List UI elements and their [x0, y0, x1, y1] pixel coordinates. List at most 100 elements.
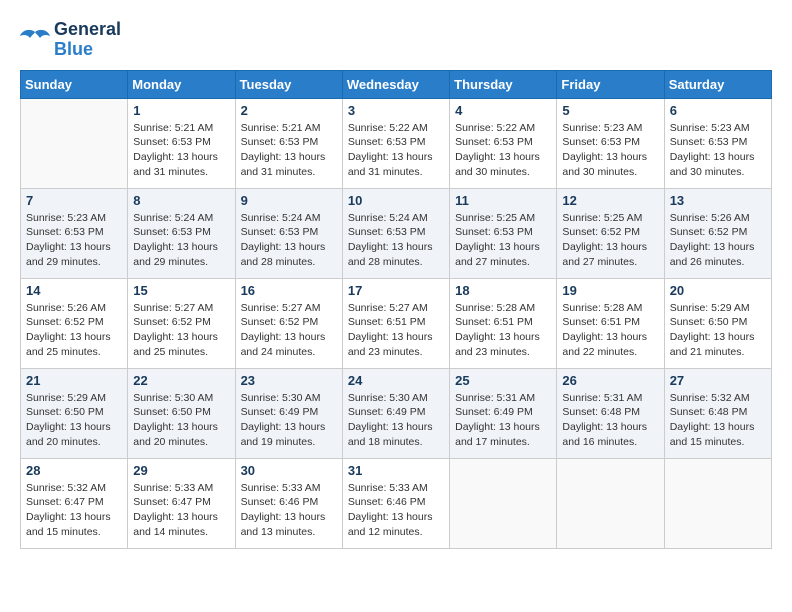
day-info: Sunrise: 5:23 AMSunset: 6:53 PMDaylight:… — [26, 211, 122, 270]
calendar-cell: 20 Sunrise: 5:29 AMSunset: 6:50 PMDayligh… — [664, 278, 771, 368]
day-number: 22 — [133, 373, 229, 388]
day-number: 2 — [241, 103, 337, 118]
calendar-cell: 5 Sunrise: 5:23 AMSunset: 6:53 PMDaylight… — [557, 98, 664, 188]
day-info: Sunrise: 5:30 AMSunset: 6:49 PMDaylight:… — [348, 391, 444, 450]
day-info: Sunrise: 5:29 AMSunset: 6:50 PMDaylight:… — [26, 391, 122, 450]
calendar-table: SundayMondayTuesdayWednesdayThursdayFrid… — [20, 70, 772, 549]
calendar-cell: 30 Sunrise: 5:33 AMSunset: 6:46 PMDayligh… — [235, 458, 342, 548]
calendar-header: SundayMondayTuesdayWednesdayThursdayFrid… — [21, 70, 772, 98]
day-info: Sunrise: 5:25 AMSunset: 6:53 PMDaylight:… — [455, 211, 551, 270]
day-number: 19 — [562, 283, 658, 298]
calendar-cell — [450, 458, 557, 548]
day-number: 23 — [241, 373, 337, 388]
week-row-2: 7 Sunrise: 5:23 AMSunset: 6:53 PMDaylight… — [21, 188, 772, 278]
day-info: Sunrise: 5:28 AMSunset: 6:51 PMDaylight:… — [562, 301, 658, 360]
weekday-header-wednesday: Wednesday — [342, 70, 449, 98]
day-info: Sunrise: 5:26 AMSunset: 6:52 PMDaylight:… — [26, 301, 122, 360]
weekday-header-saturday: Saturday — [664, 70, 771, 98]
day-info: Sunrise: 5:24 AMSunset: 6:53 PMDaylight:… — [348, 211, 444, 270]
day-info: Sunrise: 5:27 AMSunset: 6:52 PMDaylight:… — [133, 301, 229, 360]
calendar-cell — [21, 98, 128, 188]
day-info: Sunrise: 5:22 AMSunset: 6:53 PMDaylight:… — [348, 121, 444, 180]
week-row-1: 1 Sunrise: 5:21 AMSunset: 6:53 PMDaylight… — [21, 98, 772, 188]
page-header: General Blue — [20, 20, 772, 60]
calendar-cell: 16 Sunrise: 5:27 AMSunset: 6:52 PMDayligh… — [235, 278, 342, 368]
calendar-cell: 10 Sunrise: 5:24 AMSunset: 6:53 PMDayligh… — [342, 188, 449, 278]
day-info: Sunrise: 5:22 AMSunset: 6:53 PMDaylight:… — [455, 121, 551, 180]
week-row-3: 14 Sunrise: 5:26 AMSunset: 6:52 PMDayligh… — [21, 278, 772, 368]
day-number: 5 — [562, 103, 658, 118]
day-number: 18 — [455, 283, 551, 298]
day-info: Sunrise: 5:31 AMSunset: 6:48 PMDaylight:… — [562, 391, 658, 450]
calendar-cell: 28Sunrise: 5:32 AMSunset: 6:47 PMDayligh… — [21, 458, 128, 548]
day-number: 11 — [455, 193, 551, 208]
day-info: Sunrise: 5:33 AMSunset: 6:47 PMDaylight:… — [133, 481, 229, 540]
day-number: 26 — [562, 373, 658, 388]
logo-text: General Blue — [54, 20, 121, 60]
day-info: Sunrise: 5:28 AMSunset: 6:51 PMDaylight:… — [455, 301, 551, 360]
day-number: 17 — [348, 283, 444, 298]
day-number: 25 — [455, 373, 551, 388]
calendar-cell: 14 Sunrise: 5:26 AMSunset: 6:52 PMDayligh… — [21, 278, 128, 368]
weekday-header-friday: Friday — [557, 70, 664, 98]
day-info: Sunrise: 5:29 AMSunset: 6:50 PMDaylight:… — [670, 301, 766, 360]
day-number: 14 — [26, 283, 122, 298]
calendar-cell: 15Sunrise: 5:27 AMSunset: 6:52 PMDayligh… — [128, 278, 235, 368]
day-number: 16 — [241, 283, 337, 298]
day-info: Sunrise: 5:25 AMSunset: 6:52 PMDaylight:… — [562, 211, 658, 270]
day-number: 21 — [26, 373, 122, 388]
day-info: Sunrise: 5:21 AMSunset: 6:53 PMDaylight:… — [241, 121, 337, 180]
day-number: 12 — [562, 193, 658, 208]
day-number: 27 — [670, 373, 766, 388]
day-info: Sunrise: 5:23 AMSunset: 6:53 PMDaylight:… — [562, 121, 658, 180]
calendar-cell: 22Sunrise: 5:30 AMSunset: 6:50 PMDayligh… — [128, 368, 235, 458]
day-info: Sunrise: 5:31 AMSunset: 6:49 PMDaylight:… — [455, 391, 551, 450]
day-number: 28 — [26, 463, 122, 478]
day-number: 31 — [348, 463, 444, 478]
logo: General Blue — [20, 20, 121, 60]
day-info: Sunrise: 5:21 AMSunset: 6:53 PMDaylight:… — [133, 121, 229, 180]
week-row-4: 21 Sunrise: 5:29 AMSunset: 6:50 PMDayligh… — [21, 368, 772, 458]
day-info: Sunrise: 5:33 AMSunset: 6:46 PMDaylight:… — [241, 481, 337, 540]
day-number: 10 — [348, 193, 444, 208]
calendar-cell: 19 Sunrise: 5:28 AMSunset: 6:51 PMDayligh… — [557, 278, 664, 368]
day-number: 3 — [348, 103, 444, 118]
calendar-cell: 8 Sunrise: 5:24 AMSunset: 6:53 PMDaylight… — [128, 188, 235, 278]
day-info: Sunrise: 5:30 AMSunset: 6:49 PMDaylight:… — [241, 391, 337, 450]
weekday-header-tuesday: Tuesday — [235, 70, 342, 98]
calendar-cell: 13 Sunrise: 5:26 AMSunset: 6:52 PMDayligh… — [664, 188, 771, 278]
day-info: Sunrise: 5:27 AMSunset: 6:51 PMDaylight:… — [348, 301, 444, 360]
day-number: 4 — [455, 103, 551, 118]
day-number: 8 — [133, 193, 229, 208]
day-number: 30 — [241, 463, 337, 478]
calendar-cell: 21 Sunrise: 5:29 AMSunset: 6:50 PMDayligh… — [21, 368, 128, 458]
week-row-5: 28Sunrise: 5:32 AMSunset: 6:47 PMDayligh… — [21, 458, 772, 548]
day-number: 6 — [670, 103, 766, 118]
calendar-cell: 11 Sunrise: 5:25 AMSunset: 6:53 PMDayligh… — [450, 188, 557, 278]
day-info: Sunrise: 5:32 AMSunset: 6:48 PMDaylight:… — [670, 391, 766, 450]
calendar-cell: 2 Sunrise: 5:21 AMSunset: 6:53 PMDaylight… — [235, 98, 342, 188]
day-number: 20 — [670, 283, 766, 298]
calendar-cell: 17 Sunrise: 5:27 AMSunset: 6:51 PMDayligh… — [342, 278, 449, 368]
day-info: Sunrise: 5:27 AMSunset: 6:52 PMDaylight:… — [241, 301, 337, 360]
calendar-cell — [557, 458, 664, 548]
calendar-cell: 24Sunrise: 5:30 AMSunset: 6:49 PMDayligh… — [342, 368, 449, 458]
calendar-cell: 25 Sunrise: 5:31 AMSunset: 6:49 PMDayligh… — [450, 368, 557, 458]
day-info: Sunrise: 5:23 AMSunset: 6:53 PMDaylight:… — [670, 121, 766, 180]
calendar-cell — [664, 458, 771, 548]
day-number: 29 — [133, 463, 229, 478]
day-number: 1 — [133, 103, 229, 118]
calendar-cell: 1 Sunrise: 5:21 AMSunset: 6:53 PMDaylight… — [128, 98, 235, 188]
calendar-cell: 12 Sunrise: 5:25 AMSunset: 6:52 PMDayligh… — [557, 188, 664, 278]
weekday-header-monday: Monday — [128, 70, 235, 98]
calendar-cell: 18 Sunrise: 5:28 AMSunset: 6:51 PMDayligh… — [450, 278, 557, 368]
day-info: Sunrise: 5:24 AMSunset: 6:53 PMDaylight:… — [133, 211, 229, 270]
day-number: 7 — [26, 193, 122, 208]
logo-icon — [20, 28, 50, 52]
day-info: Sunrise: 5:26 AMSunset: 6:52 PMDaylight:… — [670, 211, 766, 270]
day-number: 13 — [670, 193, 766, 208]
calendar-cell: 29 Sunrise: 5:33 AMSunset: 6:47 PMDayligh… — [128, 458, 235, 548]
day-info: Sunrise: 5:24 AMSunset: 6:53 PMDaylight:… — [241, 211, 337, 270]
calendar-cell: 3 Sunrise: 5:22 AMSunset: 6:53 PMDaylight… — [342, 98, 449, 188]
calendar-cell: 9Sunrise: 5:24 AMSunset: 6:53 PMDaylight… — [235, 188, 342, 278]
